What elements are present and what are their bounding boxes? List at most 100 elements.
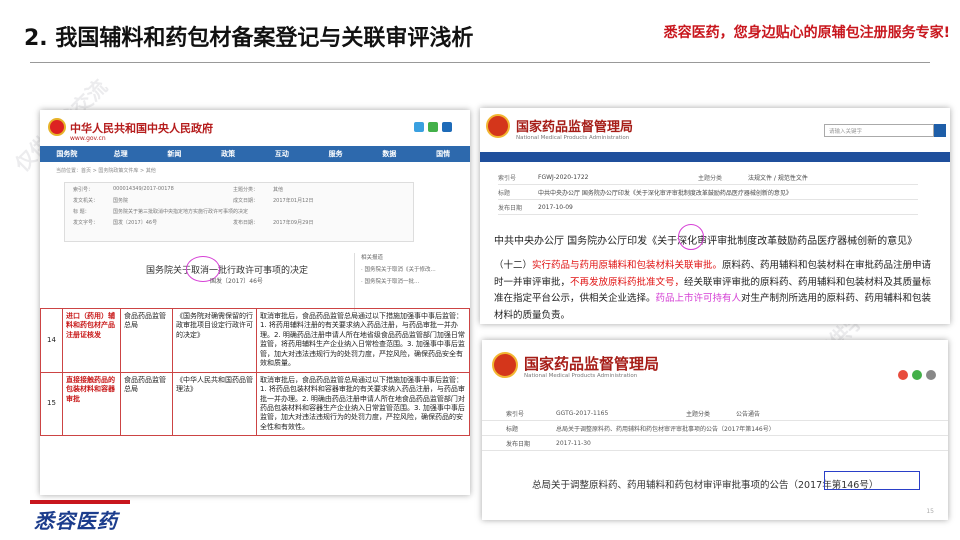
- info-value: GGTG-2017-1165: [556, 409, 609, 417]
- meta-key: 发布日期：: [233, 220, 259, 226]
- gov-site-url: www.gov.cn: [70, 135, 106, 142]
- info-key: 标题: [498, 189, 511, 197]
- search-input[interactable]: 请输入关键字: [824, 124, 934, 137]
- doc-info-grid: 索引号 GGTG-2017-1165 主题分类 公告通告 标题 总局关于调整原料…: [482, 406, 948, 451]
- body-highlight: 不再发放原料药批准文号，: [570, 276, 685, 288]
- meta-key: 发文字号：: [73, 220, 99, 226]
- nav-item[interactable]: 政策: [201, 149, 255, 159]
- table-row: 14 进口（药用）辅料和药包材产品注册证核发 食品药品监管总局 《国务院对确需保…: [40, 308, 470, 373]
- meta-value: 2017年09月29日: [273, 220, 314, 226]
- nav-item[interactable]: 新闻: [148, 149, 202, 159]
- related-link[interactable]: · 国务院关于取消一批...: [361, 277, 454, 285]
- nmpa-nav-bar: [480, 152, 950, 162]
- related-links: 相关报道 · 国务院关于取消《关于修改... · 国务院关于取消一批...: [354, 253, 454, 311]
- nav-item[interactable]: 国务院: [40, 149, 94, 159]
- info-value: 总局关于调整原料药、药用辅料和药包材审评审批事项的公告（2017年第146号）: [556, 425, 775, 433]
- print-icon[interactable]: [926, 370, 936, 380]
- weibo-icon[interactable]: [414, 122, 424, 132]
- nav-item[interactable]: 服务: [309, 149, 363, 159]
- breadcrumb: 当前位置：首页 > 国务院政策文件库 > 其他: [56, 168, 156, 174]
- table-cell-dept: 食品药品监管总局: [120, 371, 173, 437]
- body-highlight: 实行药品与药用原辅料和包装材料关联审批。: [532, 260, 723, 271]
- meta-value: 其他: [273, 187, 284, 193]
- wechat-icon[interactable]: [912, 370, 922, 380]
- table-cell-measure: 取消审批后，食品药品监管总局通过以下措施加强事中事后监管：1. 将药品包装材料和…: [256, 371, 470, 437]
- info-value: 2017-10-09: [538, 203, 573, 211]
- related-link[interactable]: · 国务院关于取消《关于修改...: [361, 265, 454, 273]
- meta-value: 000014349/2017-00178: [113, 186, 174, 192]
- table-cell-basis: 《国务院对确需保留的行政审批项目设定行政许可的决定》: [172, 308, 257, 373]
- weibo-icon[interactable]: [898, 370, 908, 380]
- nav-item[interactable]: 国情: [416, 149, 470, 159]
- highlight-circle: [678, 224, 704, 250]
- nmpa-site-title: 国家药品监督管理局: [516, 120, 634, 135]
- doc-info-grid: 索引号 FGWJ-2020-1722 主题分类 法规文件 / 规范性文件 标题 …: [498, 170, 918, 215]
- gov-header-icons: [414, 122, 452, 132]
- info-row: 发布日期 2017-10-09: [498, 200, 918, 215]
- cancelled-items-table: 14 进口（药用）辅料和药包材产品注册证核发 食品药品监管总局 《国务院对确需保…: [40, 308, 470, 437]
- info-row: 发布日期 2017-11-30: [482, 436, 948, 451]
- meta-key: 索引号：: [73, 187, 94, 193]
- meta-value: 国发〔2017〕46号: [113, 220, 158, 226]
- nmpa-opinion-panel: 国家药品监督管理局 National Medical Products Admi…: [480, 108, 950, 324]
- info-value: FGWJ-2020-1722: [538, 173, 589, 181]
- info-key: 发布日期: [506, 440, 531, 448]
- slogan: 悉容医药，您身边贴心的原辅包注册服务专家!: [663, 25, 950, 41]
- related-heading: 相关报道: [361, 255, 384, 261]
- meta-row: 发文字号： 国发〔2017〕46号 发布日期： 2017年09月29日: [65, 219, 413, 227]
- meta-value: 国务院: [113, 198, 129, 204]
- meta-row: 索引号： 000014349/2017-00178 主题分类： 其他: [65, 186, 413, 194]
- table-cell-measure: 取消审批后，食品药品监管总局通过以下措施加强事中事后监管：1. 将药用辅料注册的…: [256, 308, 470, 373]
- info-value: 法规文件 / 规范性文件: [748, 174, 808, 182]
- nmpa-logo-icon: [492, 352, 518, 378]
- meta-key: 成文日期：: [233, 198, 259, 204]
- info-key: 主题分类: [686, 410, 711, 418]
- table-cell-item: 直接接触药品的包装材料和容器审批: [62, 371, 121, 437]
- nmpa-site-en: National Medical Products Administration: [516, 135, 630, 141]
- nmpa-header: 国家药品监督管理局 National Medical Products Admi…: [480, 108, 950, 152]
- page-number: 15: [926, 508, 934, 515]
- doc-meta-box: 索引号： 000014349/2017-00178 主题分类： 其他 发文机关：…: [64, 182, 414, 242]
- mobile-icon[interactable]: [442, 122, 452, 132]
- meta-key: 发文机关：: [73, 198, 99, 204]
- table-cell-dept: 食品药品监管总局: [120, 308, 173, 373]
- nmpa-site-en: National Medical Products Administration: [524, 373, 638, 379]
- info-row: 索引号 FGWJ-2020-1722 主题分类 法规文件 / 规范性文件: [498, 170, 918, 185]
- info-key: 主题分类: [698, 174, 723, 182]
- meta-key: 主题分类：: [233, 187, 259, 193]
- info-value: 公告通告: [736, 410, 761, 418]
- doc-title: 中共中央办公厅 国务院办公厅印发《关于深化审评审批制度改革鼓励药品医疗器械创新的…: [494, 236, 918, 247]
- info-value: 中共中央办公厅 国务院办公厅印发《关于深化审评审批制度改革鼓励药品医疗器械创新的…: [538, 189, 792, 197]
- slide-title: 2. 我国辅料和药包材备案登记与关联审评浅析: [24, 26, 474, 51]
- info-key: 索引号: [498, 174, 517, 182]
- info-value: 2017-11-30: [556, 439, 591, 447]
- info-key: 标题: [506, 425, 519, 433]
- nav-item[interactable]: 互动: [255, 149, 309, 159]
- gov-screenshot-panel: 中华人民共和国中央人民政府 www.gov.cn 国务院 总理 新闻 政策 互动…: [40, 110, 470, 495]
- nmpa-site-title: 国家药品监督管理局: [524, 355, 660, 373]
- wechat-icon[interactable]: [428, 122, 438, 132]
- info-key: 索引号: [506, 410, 525, 418]
- body-prefix: （十二）: [494, 260, 533, 271]
- search-button[interactable]: [934, 124, 946, 137]
- nav-item[interactable]: 数据: [363, 149, 417, 159]
- gov-site-title: 中华人民共和国中央人民政府: [70, 122, 213, 135]
- doc-number: 国发〔2017〕46号: [210, 278, 263, 285]
- meta-row: 发文机关： 国务院 成文日期： 2017年01月12日: [65, 197, 413, 205]
- nav-item[interactable]: 总理: [94, 149, 148, 159]
- doc-title-text: 总局关于调整原料药、药用辅料和药包材审评审批事项的公告: [532, 480, 789, 491]
- info-row: 标题 总局关于调整原料药、药用辅料和药包材审评审批事项的公告（2017年第146…: [482, 421, 948, 436]
- brand-name: 悉容医药: [34, 509, 118, 533]
- opinion-body: （十二）实行药品与药用原辅料和包装材料关联审批。原料药、药用辅料和包装材料在审批…: [494, 258, 940, 324]
- info-row: 索引号 GGTG-2017-1165 主题分类 公告通告: [482, 406, 948, 421]
- table-cell-no: 15: [40, 371, 63, 437]
- table-cell-no: 14: [40, 308, 63, 373]
- table-cell-basis: 《中华人民共和国药品管理法》: [172, 371, 257, 437]
- table-row: 15 直接接触药品的包装材料和容器审批 食品药品监管总局 《中华人民共和国药品管…: [40, 371, 470, 437]
- brand-bar: [30, 500, 130, 504]
- title-divider: [30, 62, 930, 63]
- highlight-box: [824, 471, 920, 490]
- nmpa-logo-icon: [486, 114, 510, 138]
- body-highlight: 药品上市许可持有人: [655, 293, 742, 305]
- national-emblem-icon: [48, 118, 66, 136]
